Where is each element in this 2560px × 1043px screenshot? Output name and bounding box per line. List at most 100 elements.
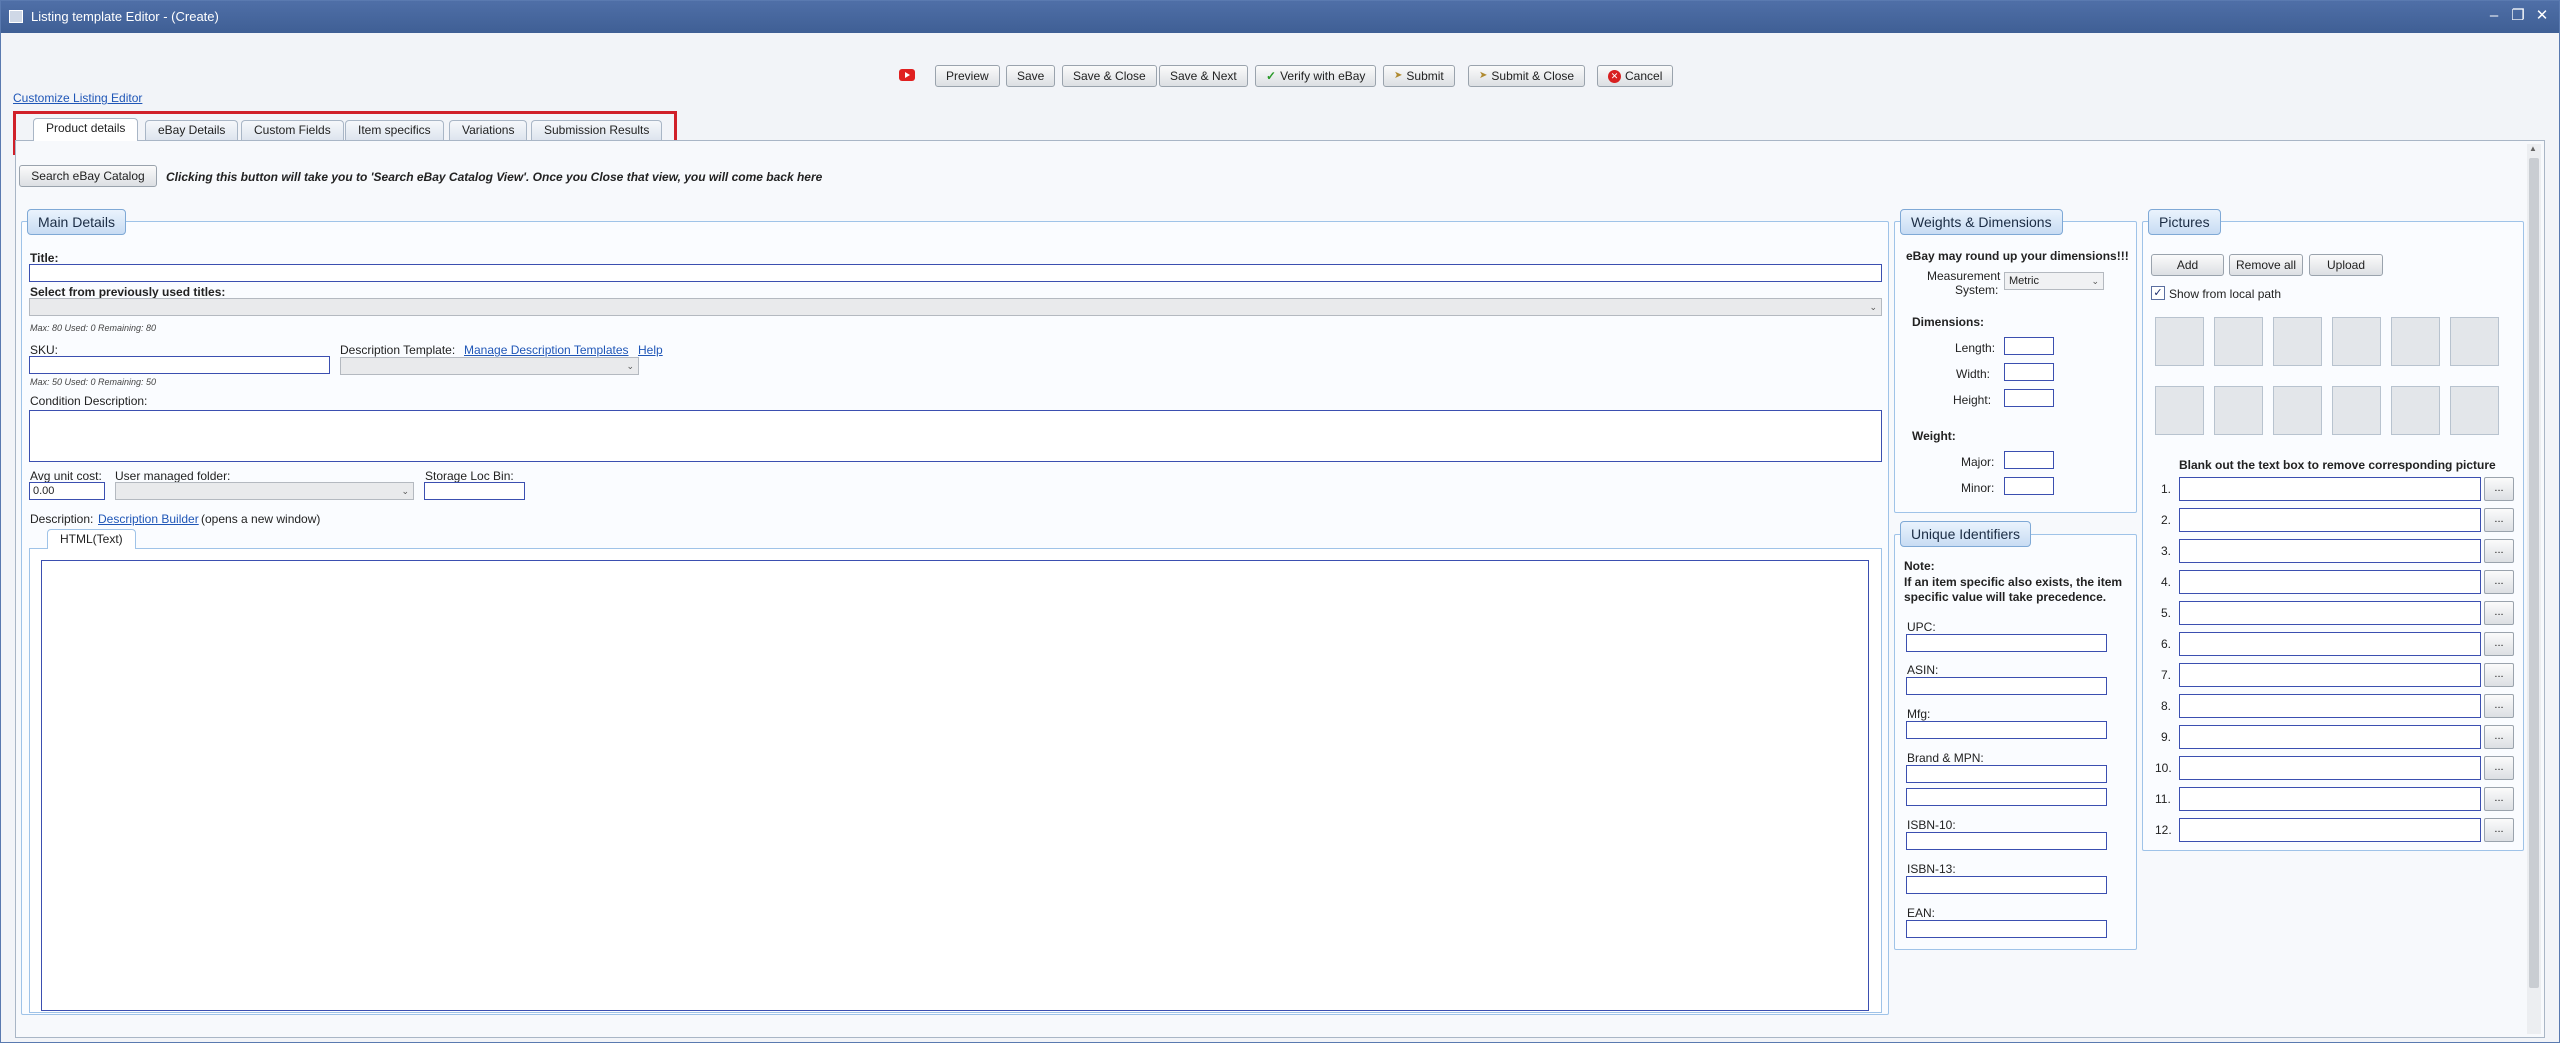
picture-thumbnail[interactable] bbox=[2332, 386, 2381, 435]
manage-templates-link[interactable]: Manage Description Templates bbox=[464, 343, 629, 357]
title-input[interactable] bbox=[29, 264, 1882, 282]
picture-thumbnail[interactable] bbox=[2391, 386, 2440, 435]
measurement-system-select[interactable]: Metric ⌄ bbox=[2004, 272, 2104, 290]
youtube-icon[interactable] bbox=[899, 69, 915, 81]
submit-button[interactable]: ➤ Submit bbox=[1383, 65, 1455, 87]
picture-path-input[interactable] bbox=[2179, 601, 2481, 625]
picture-thumbnail[interactable] bbox=[2450, 317, 2499, 366]
save-next-button[interactable]: Save & Next bbox=[1159, 65, 1248, 87]
remove-all-button[interactable]: Remove all bbox=[2229, 254, 2303, 276]
browse-picture-button[interactable]: ... bbox=[2484, 725, 2514, 749]
browse-picture-button[interactable]: ... bbox=[2484, 663, 2514, 687]
picture-path-input[interactable] bbox=[2179, 570, 2481, 594]
picture-path-input[interactable] bbox=[2179, 663, 2481, 687]
picture-row-number: 5. bbox=[2161, 606, 2172, 620]
upload-button[interactable]: Upload bbox=[2309, 254, 2383, 276]
picture-path-input[interactable] bbox=[2179, 539, 2481, 563]
picture-path-input[interactable] bbox=[2179, 756, 2481, 780]
browse-picture-button[interactable]: ... bbox=[2484, 694, 2514, 718]
customize-editor-link[interactable]: Customize Listing Editor bbox=[13, 91, 142, 105]
picture-row-number: 6. bbox=[2161, 637, 2172, 651]
picture-thumbnail[interactable] bbox=[2155, 386, 2204, 435]
description-html-textarea[interactable] bbox=[41, 560, 1869, 1011]
picture-thumbnail[interactable] bbox=[2273, 317, 2322, 366]
height-input[interactable] bbox=[2004, 389, 2054, 407]
user-folder-label: User managed folder: bbox=[115, 469, 231, 483]
tab-html-text[interactable]: HTML(Text) bbox=[47, 529, 136, 549]
storage-loc-input[interactable] bbox=[424, 482, 525, 500]
tab-submission-results[interactable]: Submission Results bbox=[531, 120, 663, 140]
vertical-scrollbar[interactable]: ▲ bbox=[2527, 144, 2541, 1034]
length-input[interactable] bbox=[2004, 337, 2054, 355]
user-folder-select[interactable]: ⌄ bbox=[115, 482, 414, 500]
isbn10-input[interactable] bbox=[1906, 832, 2107, 850]
help-link[interactable]: Help bbox=[638, 343, 663, 357]
tab-product-details[interactable]: Product details bbox=[33, 118, 139, 141]
picture-path-input[interactable] bbox=[2179, 818, 2481, 842]
ean-input[interactable] bbox=[1906, 920, 2107, 938]
browse-picture-button[interactable]: ... bbox=[2484, 818, 2514, 842]
upc-input[interactable] bbox=[1906, 634, 2107, 652]
picture-thumbnail[interactable] bbox=[2155, 317, 2204, 366]
save-button[interactable]: Save bbox=[1006, 65, 1056, 87]
picture-path-input[interactable] bbox=[2179, 477, 2481, 501]
scrollbar-thumb[interactable] bbox=[2529, 158, 2539, 988]
show-local-path-checkbox[interactable]: ✓ bbox=[2151, 286, 2165, 300]
picture-path-input[interactable] bbox=[2179, 787, 2481, 811]
brand-input[interactable] bbox=[1906, 765, 2107, 783]
isbn13-input[interactable] bbox=[1906, 876, 2107, 894]
picture-thumbnail[interactable] bbox=[2391, 317, 2440, 366]
browse-picture-button[interactable]: ... bbox=[2484, 787, 2514, 811]
asin-input[interactable] bbox=[1906, 677, 2107, 695]
close-icon[interactable]: ✕ bbox=[2531, 5, 2553, 27]
width-input[interactable] bbox=[2004, 363, 2054, 381]
verify-button[interactable]: ✓ Verify with eBay bbox=[1255, 65, 1377, 87]
search-ebay-catalog-button[interactable]: Search eBay Catalog bbox=[19, 165, 157, 187]
description-suffix: (opens a new window) bbox=[201, 512, 321, 526]
browse-picture-button[interactable]: ... bbox=[2484, 601, 2514, 625]
identifiers-note-line-1: If an item specific also exists, the ite… bbox=[1904, 575, 2123, 589]
cancel-button[interactable]: ✕ Cancel bbox=[1597, 65, 1674, 87]
listing-editor-window: Listing template Editor - (Create) – ❐ ✕… bbox=[0, 0, 2560, 1043]
preview-button[interactable]: Preview bbox=[935, 65, 1000, 87]
tab-custom-fields[interactable]: Custom Fields bbox=[241, 120, 344, 140]
condition-description-input[interactable] bbox=[29, 410, 1882, 462]
add-picture-button[interactable]: Add bbox=[2151, 254, 2224, 276]
chevron-down-icon: ⌄ bbox=[626, 361, 634, 371]
tab-ebay-details[interactable]: eBay Details bbox=[145, 120, 239, 140]
browse-picture-button[interactable]: ... bbox=[2484, 477, 2514, 501]
search-catalog-note: Clicking this button will take you to 'S… bbox=[166, 170, 823, 184]
picture-path-input[interactable] bbox=[2179, 508, 2481, 532]
picture-thumbnail[interactable] bbox=[2450, 386, 2499, 435]
save-close-button[interactable]: Save & Close bbox=[1062, 65, 1157, 87]
asin-label: ASIN: bbox=[1907, 663, 1939, 677]
picture-thumbnail[interactable] bbox=[2332, 317, 2381, 366]
checkmark-icon: ✓ bbox=[1266, 69, 1277, 83]
browse-picture-button[interactable]: ... bbox=[2484, 508, 2514, 532]
picture-thumbnail[interactable] bbox=[2214, 317, 2263, 366]
picture-thumbnail[interactable] bbox=[2214, 386, 2263, 435]
tab-variations[interactable]: Variations bbox=[449, 120, 528, 140]
weight-major-input[interactable] bbox=[2004, 451, 2054, 469]
description-template-select[interactable]: ⌄ bbox=[340, 357, 639, 375]
mpn-input[interactable] bbox=[1906, 788, 2107, 806]
avg-unit-cost-input[interactable]: 0.00 bbox=[29, 482, 105, 500]
sku-input[interactable] bbox=[29, 356, 330, 374]
picture-thumbnail[interactable] bbox=[2273, 386, 2322, 435]
picture-path-input[interactable] bbox=[2179, 725, 2481, 749]
mfg-input[interactable] bbox=[1906, 721, 2107, 739]
tab-item-specifics[interactable]: Item specifics bbox=[345, 120, 444, 140]
weight-minor-input[interactable] bbox=[2004, 477, 2054, 495]
browse-picture-button[interactable]: ... bbox=[2484, 756, 2514, 780]
picture-row-number: 2. bbox=[2161, 513, 2172, 527]
previous-titles-select[interactable]: ⌄ bbox=[29, 298, 1882, 316]
minimize-icon[interactable]: – bbox=[2483, 5, 2505, 27]
picture-path-input[interactable] bbox=[2179, 632, 2481, 656]
submit-close-button[interactable]: ➤ Submit & Close bbox=[1468, 65, 1586, 87]
picture-path-input[interactable] bbox=[2179, 694, 2481, 718]
browse-picture-button[interactable]: ... bbox=[2484, 570, 2514, 594]
description-builder-link[interactable]: Description Builder bbox=[98, 512, 199, 526]
browse-picture-button[interactable]: ... bbox=[2484, 539, 2514, 563]
maximize-icon[interactable]: ❐ bbox=[2507, 5, 2529, 27]
browse-picture-button[interactable]: ... bbox=[2484, 632, 2514, 656]
